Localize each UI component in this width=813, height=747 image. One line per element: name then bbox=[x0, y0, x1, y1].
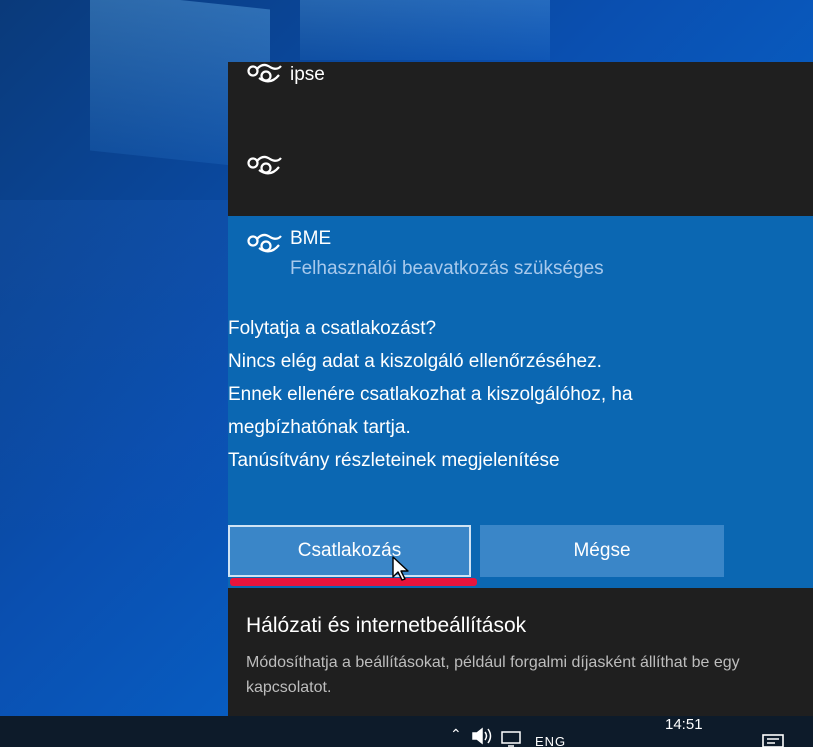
network-status: Felhasználói beavatkozás szükséges bbox=[290, 258, 604, 279]
volume-icon[interactable] bbox=[470, 726, 494, 746]
network-settings-description: Módosíthatja a beállításokat, például fo… bbox=[246, 654, 740, 696]
network-settings-link[interactable]: Hálózati és internetbeállítások bbox=[246, 614, 526, 638]
wifi-locked-icon bbox=[246, 230, 286, 256]
show-certificate-link[interactable]: Tanúsítvány részleteinek megjelenítése bbox=[228, 444, 788, 477]
chevron-up-icon[interactable]: ⌃ bbox=[450, 726, 462, 743]
network-name: BME bbox=[290, 228, 332, 249]
highlight-underline bbox=[230, 578, 477, 586]
mouse-cursor-icon bbox=[391, 556, 413, 582]
prompt-text: Nincs elég adat a kiszolgáló ellenőrzésé… bbox=[228, 351, 602, 372]
connect-button[interactable]: Csatlakozás bbox=[228, 525, 471, 577]
language-indicator[interactable]: ENG bbox=[535, 734, 566, 747]
clock[interactable]: 14:51 bbox=[665, 716, 703, 733]
network-item-hidden[interactable] bbox=[228, 128, 813, 216]
flyout-footer: Hálózati és internetbeállítások Módosíth… bbox=[228, 588, 813, 716]
cancel-button[interactable]: Mégse bbox=[480, 525, 724, 577]
network-item-ipse[interactable]: ipse bbox=[228, 62, 813, 128]
action-center-icon[interactable] bbox=[762, 734, 784, 747]
prompt-question: Folytatja a csatlakozást? bbox=[228, 318, 437, 339]
wifi-locked-icon bbox=[246, 62, 286, 86]
network-flyout: ipse BME Felhasználói beavatkozás szüksé… bbox=[228, 62, 813, 716]
wifi-locked-icon bbox=[246, 152, 286, 178]
wallpaper-light-beam bbox=[300, 0, 550, 60]
prompt-text: megbízhatónak tartja. bbox=[228, 417, 411, 438]
network-icon[interactable] bbox=[500, 730, 522, 747]
network-item-bme[interactable]: BME Felhasználói beavatkozás szükséges F… bbox=[228, 216, 813, 588]
network-name: ipse bbox=[290, 64, 325, 85]
wallpaper-light-beam bbox=[0, 200, 230, 530]
connection-prompt: Folytatja a csatlakozást? Nincs elég ada… bbox=[228, 312, 788, 477]
taskbar: ⌃ ENG 14:51 bbox=[0, 716, 813, 747]
prompt-text: Ennek ellenére csatlakozhat a kiszolgáló… bbox=[228, 384, 633, 405]
desktop-background: ipse BME Felhasználói beavatkozás szüksé… bbox=[0, 0, 813, 747]
